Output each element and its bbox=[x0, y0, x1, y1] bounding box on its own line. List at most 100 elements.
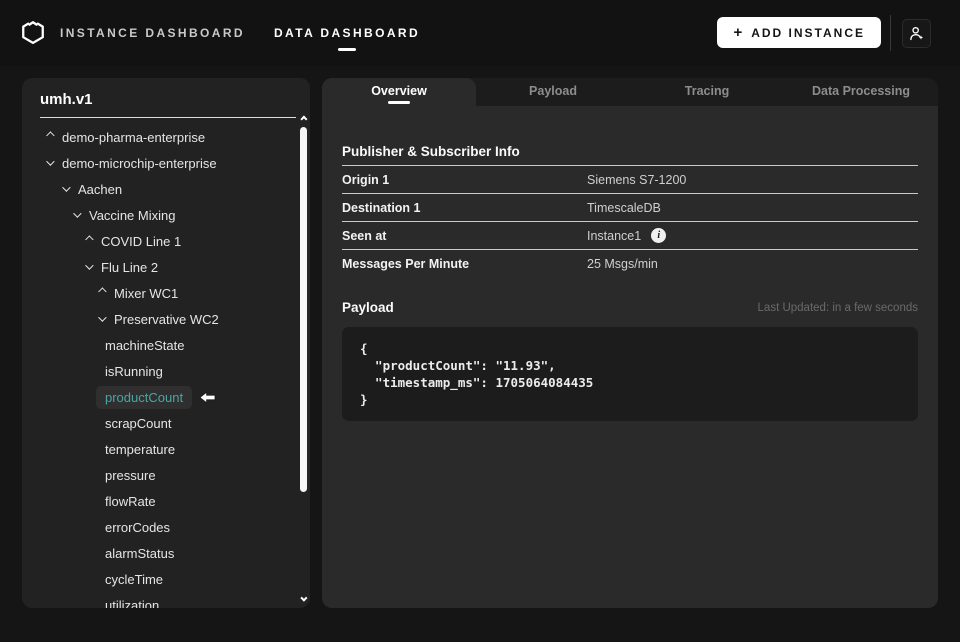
table-row: Messages Per Minute 25 Msgs/min bbox=[342, 250, 918, 278]
tree-item-aachen[interactable]: Aachen bbox=[22, 176, 298, 202]
tab-overview[interactable]: Overview bbox=[322, 78, 476, 106]
tree-item-label: errorCodes bbox=[105, 519, 171, 535]
last-updated-text: Last Updated: in a few seconds bbox=[757, 301, 918, 314]
tree-item-vaccine-mixing[interactable]: Vaccine Mixing bbox=[22, 202, 298, 228]
top-bar: INSTANCE DASHBOARD DATA DASHBOARD + ADD … bbox=[0, 0, 960, 66]
tree-item-machinestate[interactable]: machineState bbox=[22, 332, 298, 358]
chevron-down-icon[interactable] bbox=[42, 157, 56, 166]
scrollbar-down-arrow[interactable] bbox=[298, 594, 308, 604]
pubsub-section-title: Publisher & Subscriber Info bbox=[342, 144, 918, 166]
topic-tree: demo-pharma-enterprise demo-microchip-en… bbox=[22, 124, 298, 608]
tree-item-label: Preservative WC2 bbox=[114, 311, 219, 327]
table-row: Origin 1 Siemens S7-1200 bbox=[342, 166, 918, 194]
tree-item-label: utilization bbox=[105, 597, 160, 609]
sidebar-divider bbox=[40, 117, 296, 118]
scrollbar-up-arrow[interactable] bbox=[298, 115, 308, 125]
chevron-down-icon[interactable] bbox=[69, 209, 83, 218]
payload-code-block: { "productCount": "11.93", "timestamp_ms… bbox=[342, 327, 918, 421]
row-label-messages-per-minute: Messages Per Minute bbox=[342, 257, 470, 271]
tree-item-errorcodes[interactable]: errorCodes bbox=[22, 514, 298, 540]
nav-active-underline bbox=[338, 48, 356, 51]
row-value-destination-1: TimescaleDB bbox=[587, 200, 661, 215]
chevron-up-icon[interactable] bbox=[94, 287, 108, 296]
tree-item-scrapcount[interactable]: scrapCount bbox=[22, 410, 298, 436]
payload-section-header: Payload Last Updated: in a few seconds bbox=[342, 300, 918, 315]
user-icon bbox=[910, 26, 924, 41]
nav-instance-dashboard[interactable]: INSTANCE DASHBOARD bbox=[60, 0, 245, 66]
tab-data-processing-label: Data Processing bbox=[812, 84, 910, 98]
row-value-origin-1: Siemens S7-1200 bbox=[587, 172, 687, 187]
top-nav: INSTANCE DASHBOARD DATA DASHBOARD bbox=[60, 0, 420, 66]
tree-item-label: cycleTime bbox=[105, 571, 164, 587]
row-value-seen-at: Instance1 i bbox=[587, 228, 667, 243]
tree-item-label: isRunning bbox=[105, 363, 163, 379]
info-icon[interactable]: i bbox=[651, 228, 667, 243]
tree-item-label: alarmStatus bbox=[105, 545, 175, 561]
tree-item-label: Mixer WC1 bbox=[114, 285, 179, 301]
tab-data-processing[interactable]: Data Processing bbox=[784, 78, 938, 106]
tree-item-label: Aachen bbox=[78, 181, 123, 197]
tab-payload-label: Payload bbox=[529, 84, 577, 98]
detail-tabs: Overview Payload Tracing Data Processing bbox=[322, 78, 938, 106]
tree-item-label: Flu Line 2 bbox=[101, 259, 159, 275]
row-value-messages-per-minute: 25 Msgs/min bbox=[587, 257, 658, 271]
nav-data-dashboard-label: DATA DASHBOARD bbox=[273, 26, 421, 40]
tree-item-label: demo-microchip-enterprise bbox=[62, 155, 217, 171]
umh-logo-icon bbox=[22, 21, 44, 44]
tree-item-covid-line-1[interactable]: COVID Line 1 bbox=[22, 228, 298, 254]
mouse-cursor-icon bbox=[199, 390, 216, 404]
tab-active-underline bbox=[388, 101, 410, 104]
tree-item-label: COVID Line 1 bbox=[101, 233, 182, 249]
nav-instance-dashboard-label: INSTANCE DASHBOARD bbox=[60, 26, 245, 40]
tree-item-preservative-wc2[interactable]: Preservative WC2 bbox=[22, 306, 298, 332]
scrollbar-thumb[interactable] bbox=[300, 127, 307, 492]
payload-json: { "productCount": "11.93", "timestamp_ms… bbox=[360, 341, 594, 407]
tree-item-mixer-wc1[interactable]: Mixer WC1 bbox=[22, 280, 298, 306]
seen-at-value: Instance1 bbox=[587, 228, 642, 243]
tree-item-label: Vaccine Mixing bbox=[89, 207, 176, 223]
payload-section-title: Payload bbox=[342, 300, 394, 315]
tree-item-label: demo-pharma-enterprise bbox=[62, 129, 206, 145]
chevron-up-icon[interactable] bbox=[42, 131, 56, 140]
row-label-origin-1: Origin 1 bbox=[342, 172, 390, 187]
tree-item-pressure[interactable]: pressure bbox=[22, 462, 298, 488]
tab-payload[interactable]: Payload bbox=[476, 78, 630, 106]
add-instance-label: ADD INSTANCE bbox=[751, 25, 865, 40]
tree-item-demo-microchip-enterprise[interactable]: demo-microchip-enterprise bbox=[22, 150, 298, 176]
selected-topic-pill: productCount bbox=[96, 385, 193, 409]
tree-item-demo-pharma-enterprise[interactable]: demo-pharma-enterprise bbox=[22, 124, 298, 150]
tree-item-label: pressure bbox=[105, 467, 156, 483]
tree-item-isrunning[interactable]: isRunning bbox=[22, 358, 298, 384]
tree-item-utilization[interactable]: utilization bbox=[22, 592, 298, 609]
table-row: Destination 1 TimescaleDB bbox=[342, 194, 918, 222]
topic-tree-sidebar: umh.v1 demo-pharma-enterprise demo-micro… bbox=[22, 78, 310, 608]
topbar-divider bbox=[890, 15, 891, 51]
tree-item-flu-line-2[interactable]: Flu Line 2 bbox=[22, 254, 298, 280]
tree-item-cycletime[interactable]: cycleTime bbox=[22, 566, 298, 592]
tree-item-flowrate[interactable]: flowRate bbox=[22, 488, 298, 514]
table-row: Seen at Instance1 i bbox=[342, 222, 918, 250]
tree-item-temperature[interactable]: temperature bbox=[22, 436, 298, 462]
chevron-down-icon[interactable] bbox=[81, 261, 95, 270]
tree-item-productcount-selected[interactable]: productCount bbox=[22, 384, 298, 410]
overview-tab-content: Publisher & Subscriber Info Origin 1 Sie… bbox=[322, 106, 938, 608]
sidebar-title: umh.v1 bbox=[40, 91, 93, 108]
chevron-down-icon[interactable] bbox=[94, 313, 108, 322]
user-account-button[interactable] bbox=[902, 19, 931, 48]
tree-item-label: temperature bbox=[105, 441, 176, 457]
row-label-seen-at: Seen at bbox=[342, 228, 387, 243]
app-window: INSTANCE DASHBOARD DATA DASHBOARD + ADD … bbox=[0, 0, 960, 642]
tab-tracing[interactable]: Tracing bbox=[630, 78, 784, 106]
chevron-up-icon[interactable] bbox=[81, 235, 95, 244]
plus-icon: + bbox=[733, 24, 743, 41]
nav-data-dashboard[interactable]: DATA DASHBOARD bbox=[274, 0, 420, 66]
tree-item-alarmstatus[interactable]: alarmStatus bbox=[22, 540, 298, 566]
row-label-destination-1: Destination 1 bbox=[342, 200, 421, 215]
tab-tracing-label: Tracing bbox=[684, 84, 730, 98]
tree-item-label: scrapCount bbox=[105, 415, 172, 431]
tree-item-label: machineState bbox=[105, 337, 185, 353]
tree-item-label: flowRate bbox=[105, 493, 156, 509]
add-instance-button[interactable]: + ADD INSTANCE bbox=[717, 17, 881, 48]
detail-panel: Overview Payload Tracing Data Processing… bbox=[322, 78, 938, 608]
chevron-down-icon[interactable] bbox=[58, 183, 72, 192]
